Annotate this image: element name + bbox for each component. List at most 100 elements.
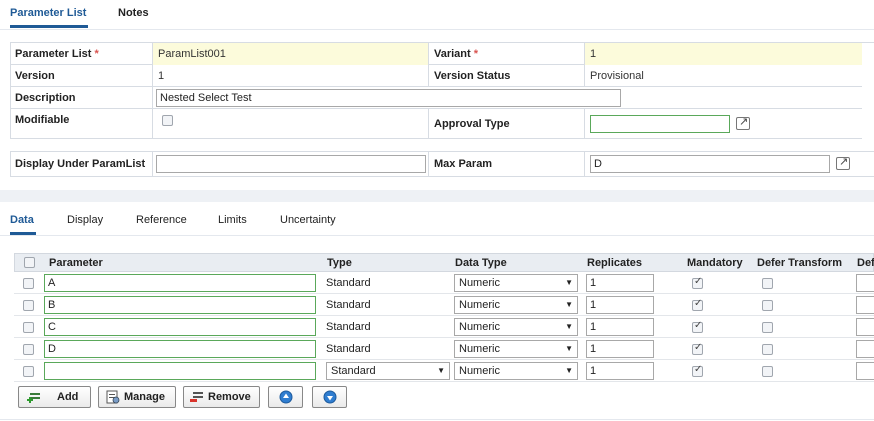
version-label: Version <box>10 65 153 87</box>
table-row: D Standard Numeric ▼ 1 <box>14 339 874 360</box>
tab-reference[interactable]: Reference <box>136 214 187 226</box>
approval-type-label: Approval Type <box>428 109 585 139</box>
data-type-select[interactable]: Numeric ▼ <box>454 296 578 314</box>
replicates-input[interactable]: 1 <box>586 340 654 358</box>
form-row-version: Version 1 Version Status Provisional <box>10 65 862 87</box>
tab-notes[interactable]: Notes <box>118 7 149 19</box>
parameter-name-input[interactable]: D <box>44 340 316 358</box>
form-row-modifiable: Modifiable Approval Type <box>10 109 862 139</box>
param-list-value: ParamList001 <box>153 43 428 65</box>
add-button[interactable]: Add <box>18 386 91 408</box>
chevron-down-icon: ▼ <box>437 366 445 375</box>
header-defer-transform: Defer Transform <box>757 257 842 269</box>
data-type-select[interactable]: Numeric ▼ <box>454 340 578 358</box>
header-replicates: Replicates <box>587 257 643 269</box>
parameter-name-input[interactable]: A <box>44 274 316 292</box>
type-cell: Standard <box>326 343 371 355</box>
type-cell: Standard <box>326 277 371 289</box>
parameter-name-input[interactable]: B <box>44 296 316 314</box>
defer-transform-checkbox[interactable] <box>762 300 773 311</box>
header-type: Type <box>327 257 352 269</box>
parameter-name-input[interactable] <box>44 362 316 380</box>
variant-label: Variant * <box>428 43 585 65</box>
approval-type-lookup-icon[interactable] <box>736 115 750 130</box>
version-value: 1 <box>158 70 165 82</box>
param-list-label: Parameter List * <box>10 43 153 65</box>
remove-button[interactable]: Remove <box>183 386 260 408</box>
type-select[interactable]: Standard ▼ <box>326 362 450 380</box>
mandatory-checkbox[interactable] <box>692 320 703 333</box>
type-cell: Standard <box>326 321 371 333</box>
tab-display[interactable]: Display <box>67 214 103 226</box>
defer-transform-checkbox[interactable] <box>762 278 773 289</box>
parameter-name-input[interactable]: C <box>44 318 316 336</box>
def-input[interactable] <box>856 340 874 358</box>
active-tab-indicator <box>10 232 36 235</box>
top-tab-bar: Parameter List Notes <box>0 0 874 30</box>
table-row-new: Standard ▼ Numeric ▼ 1 <box>14 361 874 382</box>
divider <box>0 419 874 420</box>
row-select-checkbox[interactable] <box>23 300 34 311</box>
grid-header: Parameter Type Data Type Replicates Mand… <box>14 253 874 272</box>
def-input[interactable] <box>856 296 874 314</box>
select-all-checkbox[interactable] <box>24 257 35 268</box>
data-type-select[interactable]: Numeric ▼ <box>454 362 578 380</box>
remove-icon <box>190 392 203 402</box>
replicates-input[interactable]: 1 <box>586 362 654 380</box>
form-row-display-under: Display Under ParamList Max Param D <box>10 151 874 177</box>
version-status-value: Provisional <box>590 70 644 82</box>
max-param-label: Max Param <box>428 152 585 176</box>
defer-transform-checkbox[interactable] <box>762 344 773 355</box>
def-input[interactable] <box>856 362 874 380</box>
mandatory-checkbox[interactable] <box>692 276 703 289</box>
tab-data[interactable]: Data <box>10 214 34 226</box>
max-param-lookup-icon[interactable] <box>836 155 850 170</box>
table-row: A Standard Numeric ▼ 1 <box>14 273 874 294</box>
form-row-description: Description Nested Select Test <box>10 87 862 109</box>
tab-uncertainty[interactable]: Uncertainty <box>280 214 336 226</box>
table-row: B Standard Numeric ▼ 1 <box>14 295 874 316</box>
header-mandatory: Mandatory <box>687 257 743 269</box>
approval-type-input[interactable] <box>590 115 730 133</box>
type-cell: Standard <box>326 299 371 311</box>
manage-icon <box>106 390 120 404</box>
replicates-input[interactable]: 1 <box>586 318 654 336</box>
data-type-select[interactable]: Numeric ▼ <box>454 274 578 292</box>
def-input[interactable] <box>856 274 874 292</box>
chevron-down-icon: ▼ <box>565 322 573 331</box>
tab-limits[interactable]: Limits <box>218 214 247 226</box>
replicates-input[interactable]: 1 <box>586 274 654 292</box>
mandatory-checkbox[interactable] <box>692 342 703 355</box>
form-row-param-list: Parameter List * ParamList001 Variant * … <box>10 43 862 65</box>
arrow-up-icon <box>279 390 293 404</box>
row-select-checkbox[interactable] <box>23 322 34 333</box>
mandatory-checkbox[interactable] <box>692 364 703 377</box>
active-tab-indicator <box>10 25 88 28</box>
description-label: Description <box>10 87 153 109</box>
chevron-down-icon: ▼ <box>565 344 573 353</box>
def-input[interactable] <box>856 318 874 336</box>
arrow-down-icon <box>323 390 337 404</box>
defer-transform-checkbox[interactable] <box>762 322 773 333</box>
version-status-label: Version Status <box>428 65 585 87</box>
description-input[interactable]: Nested Select Test <box>156 89 621 107</box>
chevron-down-icon: ▼ <box>565 366 573 375</box>
max-param-input[interactable]: D <box>590 155 830 173</box>
move-up-button[interactable] <box>268 386 303 408</box>
sub-tab-bar: Data Display Reference Limits Uncertaint… <box>0 202 874 236</box>
defer-transform-checkbox[interactable] <box>762 366 773 377</box>
move-down-button[interactable] <box>312 386 347 408</box>
row-select-checkbox[interactable] <box>23 344 34 355</box>
chevron-down-icon: ▼ <box>565 278 573 287</box>
display-under-input[interactable] <box>156 155 426 173</box>
mandatory-checkbox[interactable] <box>692 298 703 311</box>
section-divider <box>0 190 874 202</box>
modifiable-checkbox[interactable] <box>162 115 173 126</box>
display-under-label: Display Under ParamList <box>10 152 153 176</box>
manage-button[interactable]: Manage <box>98 386 176 408</box>
replicates-input[interactable]: 1 <box>586 296 654 314</box>
data-type-select[interactable]: Numeric ▼ <box>454 318 578 336</box>
row-select-checkbox[interactable] <box>23 278 34 289</box>
tab-parameter-list[interactable]: Parameter List <box>10 7 86 19</box>
row-select-checkbox[interactable] <box>23 366 34 377</box>
